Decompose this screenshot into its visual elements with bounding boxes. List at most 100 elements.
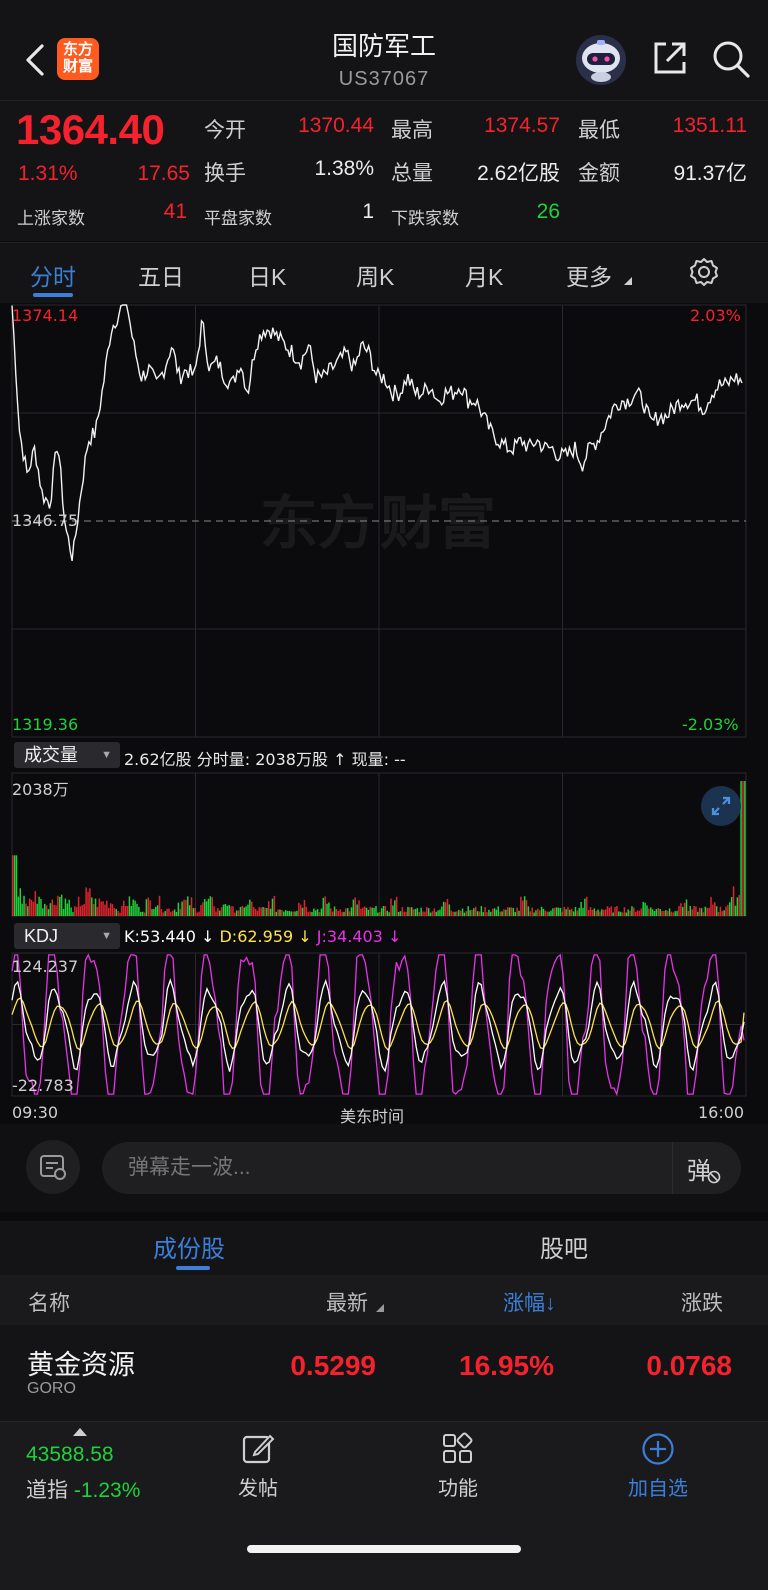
volume-bar — [497, 906, 500, 916]
volume-bar — [505, 909, 507, 916]
tab-constituents[interactable]: 成份股 — [153, 1229, 225, 1264]
share-icon[interactable] — [650, 38, 690, 78]
volume-bar — [700, 908, 703, 916]
logo-text-bottom: 财富 — [62, 58, 93, 75]
tab-daily-k[interactable]: 日K — [248, 258, 286, 292]
post-icon[interactable] — [241, 1432, 275, 1466]
volume-bar — [427, 908, 430, 916]
volume-bar — [559, 908, 562, 916]
volume-bar — [232, 906, 234, 916]
volume-bar — [523, 896, 526, 916]
tab-intraday[interactable]: 分时 — [30, 258, 76, 292]
expand-icon[interactable] — [701, 786, 741, 826]
indicator-selector-kdj[interactable]: KDJ ▼ — [14, 923, 120, 949]
flat-count: 1 — [362, 200, 374, 223]
nav-add-watchlist[interactable]: 加自选 — [608, 1472, 708, 1501]
search-icon[interactable] — [710, 38, 752, 80]
danmaku-settings-button[interactable] — [26, 1140, 80, 1194]
expand-up-caret-icon[interactable] — [73, 1428, 87, 1436]
volume-bar — [194, 907, 197, 916]
index-value[interactable]: 43588.58 — [26, 1443, 114, 1467]
tab-forum[interactable]: 股吧 — [540, 1229, 588, 1264]
volume-bar — [412, 909, 415, 916]
volume-bar — [452, 911, 454, 916]
volume-bar — [416, 908, 419, 916]
volume-bar — [510, 907, 513, 916]
volume-bar — [612, 912, 614, 916]
volume-bar — [410, 907, 413, 916]
amount-label: 金额 — [578, 162, 620, 185]
ai-assistant-robot-icon[interactable] — [575, 34, 627, 86]
volume-bar — [269, 908, 272, 916]
volume-bar — [322, 897, 325, 916]
nav-post[interactable]: 发帖 — [208, 1472, 308, 1501]
volume-bar — [395, 896, 398, 916]
volume-bar — [171, 910, 174, 916]
settings-gear-icon[interactable] — [688, 256, 720, 288]
volume-bar — [394, 900, 396, 916]
volume-bar — [561, 911, 564, 916]
volume-bar — [429, 912, 432, 916]
add-watchlist-icon[interactable] — [641, 1432, 675, 1466]
tab-weekly-k[interactable]: 周K — [356, 258, 394, 292]
nav-functions[interactable]: 功能 — [408, 1472, 508, 1501]
tab-five-day[interactable]: 五日 — [138, 258, 184, 292]
tab-more[interactable]: 更多 — [566, 258, 612, 292]
volume-bar — [437, 910, 439, 916]
volume-bar — [570, 908, 573, 916]
volume-bar — [576, 910, 579, 916]
volume-bar — [13, 855, 16, 917]
volume-bar — [147, 897, 149, 916]
volume-bar — [354, 897, 357, 916]
volume-bar — [384, 906, 387, 916]
volume-bar — [320, 908, 323, 916]
volume-bar — [442, 901, 445, 916]
volume-bar — [21, 903, 23, 916]
volume-bar — [209, 896, 212, 916]
volume-bar — [277, 909, 279, 916]
index-ticker[interactable]: 道指 -1.23% — [26, 1474, 140, 1504]
volume-bar — [179, 908, 181, 916]
list-header — [0, 1275, 768, 1325]
volume-bar — [618, 911, 620, 916]
col-latest[interactable]: 最新 — [326, 1287, 368, 1317]
volume-bar — [198, 911, 200, 916]
volume-bar — [584, 898, 586, 916]
volume-bar — [331, 911, 334, 916]
volume-bar — [542, 908, 545, 916]
volume-bar — [32, 901, 35, 916]
volume-bar — [522, 900, 524, 916]
volume-bar — [267, 901, 270, 916]
back-icon[interactable] — [18, 38, 54, 82]
volume-bar — [91, 897, 93, 916]
col-change-pct[interactable]: 涨幅↓ — [503, 1287, 556, 1317]
stock-change-pct: 16.95% — [459, 1350, 554, 1381]
volume-bar — [499, 911, 501, 916]
charts-canvas[interactable]: 东方 财富 — [0, 303, 768, 1123]
volume-bar — [215, 911, 217, 916]
volume-bar — [474, 906, 477, 916]
volume-bar — [55, 905, 57, 916]
volume-bar — [264, 907, 266, 916]
volume-bar — [85, 887, 87, 916]
functions-grid-icon[interactable] — [441, 1432, 475, 1466]
volume-bar — [375, 906, 377, 916]
volume-bar — [407, 906, 409, 916]
tab-monthly-k[interactable]: 月K — [465, 258, 503, 292]
volume-bar — [676, 910, 678, 916]
volume-bar — [256, 910, 259, 916]
indicator-selector-volume[interactable]: 成交量 ▼ — [14, 742, 120, 768]
danmaku-send-button[interactable]: 弹 — [672, 1142, 741, 1194]
watermark-text-2: 财富 — [380, 489, 496, 557]
volume-bar — [586, 896, 588, 916]
danmaku-input[interactable] — [102, 1142, 672, 1194]
volume-value: 2.62亿股 — [477, 162, 560, 185]
volume-selector-label: 成交量 — [24, 745, 78, 765]
col-change[interactable]: 涨跌 — [681, 1287, 768, 1317]
volume-bar — [316, 909, 319, 916]
volume-bar — [493, 908, 496, 916]
volume-bar — [64, 898, 67, 916]
volume-bar — [629, 910, 631, 916]
volume-bar — [143, 912, 146, 916]
volume-bar — [693, 906, 695, 916]
